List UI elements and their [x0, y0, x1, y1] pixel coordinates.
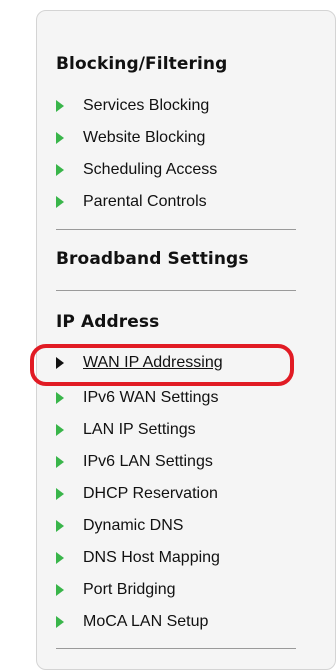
- menu-item-label: Website Blocking: [83, 129, 206, 146]
- section-divider: [56, 290, 296, 291]
- selection-highlight: [30, 344, 294, 386]
- triangle-right-icon: [56, 164, 64, 176]
- menu-item-label: Scheduling Access: [83, 161, 218, 178]
- section-heading-ip-address: IP Address: [56, 312, 160, 332]
- menu-item-moca-lan-setup[interactable]: MoCA LAN Setup: [56, 613, 286, 635]
- section-divider: [56, 648, 296, 649]
- section-divider: [56, 229, 296, 230]
- menu-item-label: Services Blocking: [83, 97, 210, 114]
- triangle-right-icon: [56, 552, 64, 564]
- menu-item-ipv6-wan-settings[interactable]: IPv6 WAN Settings: [56, 389, 286, 411]
- triangle-right-icon: [56, 196, 64, 208]
- menu-item-label: MoCA LAN Setup: [83, 613, 209, 630]
- menu-item-port-bridging[interactable]: Port Bridging: [56, 581, 286, 603]
- menu-item-parental-controls[interactable]: Parental Controls: [56, 193, 286, 215]
- menu-item-label: IPv6 LAN Settings: [83, 453, 213, 470]
- menu-item-lan-ip-settings[interactable]: LAN IP Settings: [56, 421, 286, 443]
- menu-item-dhcp-reservation[interactable]: DHCP Reservation: [56, 485, 286, 507]
- menu-item-scheduling-access[interactable]: Scheduling Access: [56, 161, 286, 183]
- triangle-right-icon: [56, 392, 64, 404]
- menu-item-services-blocking[interactable]: Services Blocking: [56, 97, 286, 119]
- triangle-right-icon: [56, 424, 64, 436]
- section-heading-broadband-settings[interactable]: Broadband Settings: [56, 249, 249, 269]
- menu-item-dns-host-mapping[interactable]: DNS Host Mapping: [56, 549, 286, 571]
- menu-item-label: Port Bridging: [83, 581, 176, 598]
- triangle-right-icon: [56, 616, 64, 628]
- menu-item-dynamic-dns[interactable]: Dynamic DNS: [56, 517, 286, 539]
- menu-item-label: Parental Controls: [83, 193, 207, 210]
- section-heading-blocking-filtering: Blocking/Filtering: [56, 54, 228, 74]
- triangle-right-icon: [56, 488, 64, 500]
- menu-item-label: Dynamic DNS: [83, 517, 184, 534]
- triangle-right-icon: [56, 132, 64, 144]
- menu-item-label: LAN IP Settings: [83, 421, 196, 438]
- menu-item-label: IPv6 WAN Settings: [83, 389, 219, 406]
- triangle-right-icon: [56, 100, 64, 112]
- triangle-right-icon: [56, 584, 64, 596]
- menu-item-label: DHCP Reservation: [83, 485, 218, 502]
- menu-item-label: DNS Host Mapping: [83, 549, 220, 566]
- menu-item-ipv6-lan-settings[interactable]: IPv6 LAN Settings: [56, 453, 286, 475]
- menu-item-website-blocking[interactable]: Website Blocking: [56, 129, 286, 151]
- triangle-right-icon: [56, 456, 64, 468]
- triangle-right-icon: [56, 520, 64, 532]
